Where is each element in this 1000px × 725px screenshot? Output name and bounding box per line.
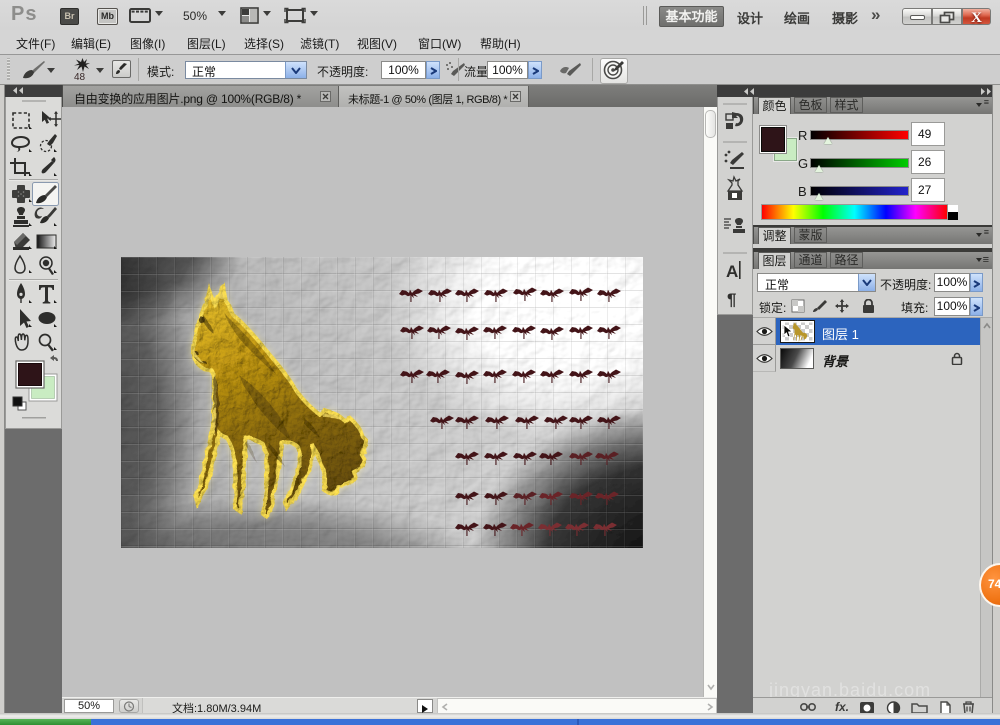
svg-text:¶: ¶: [727, 290, 736, 309]
svg-text:A: A: [726, 262, 738, 281]
